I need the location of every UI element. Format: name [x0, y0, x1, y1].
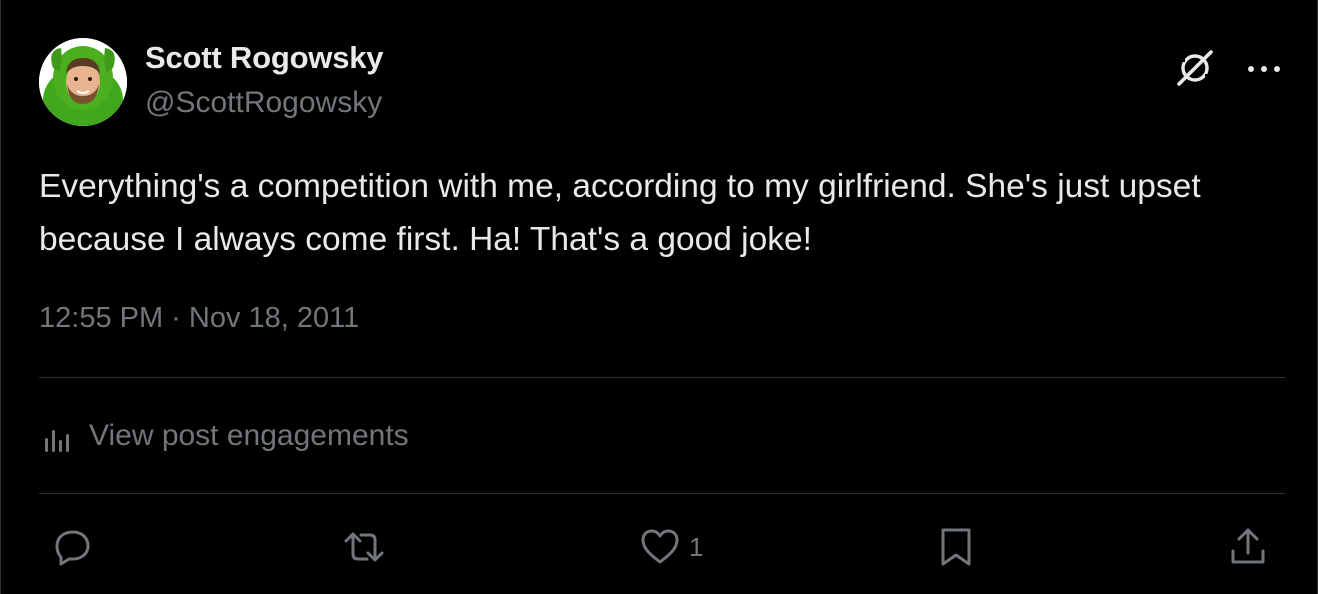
repost-icon: [344, 532, 384, 562]
more-horizontal-icon[interactable]: [1241, 52, 1287, 86]
tweet-text: Everything's a competition with me, acco…: [39, 168, 1201, 258]
avatar[interactable]: [39, 38, 127, 126]
view-engagements-link[interactable]: View post engagements: [39, 414, 409, 458]
like-count: 1: [689, 531, 704, 562]
share-icon: [1231, 528, 1265, 564]
repost-button[interactable]: [341, 522, 387, 572]
divider: [39, 493, 1285, 494]
tweet-card: Scott Rogowsky @ScottRogowsky Everything…: [0, 0, 1318, 594]
analytics-bars-icon: [39, 414, 79, 458]
grok-icon[interactable]: [1173, 46, 1217, 90]
share-button[interactable]: [1225, 522, 1271, 572]
view-engagements-label: View post engagements: [89, 419, 409, 452]
like-button[interactable]: 1: [637, 522, 703, 572]
bookmark-icon: [941, 528, 971, 566]
heart-icon: [641, 529, 679, 564]
avatar-image: [39, 38, 127, 126]
bookmark-button[interactable]: [933, 522, 979, 572]
author-display-name[interactable]: Scott Rogowsky: [145, 40, 384, 76]
reply-button[interactable]: [49, 522, 95, 572]
divider: [39, 377, 1285, 378]
author-handle[interactable]: @ScottRogowsky: [145, 86, 382, 120]
reply-icon: [55, 530, 90, 566]
tweet-timestamp[interactable]: 12:55 PM · Nov 18, 2011: [39, 302, 359, 335]
